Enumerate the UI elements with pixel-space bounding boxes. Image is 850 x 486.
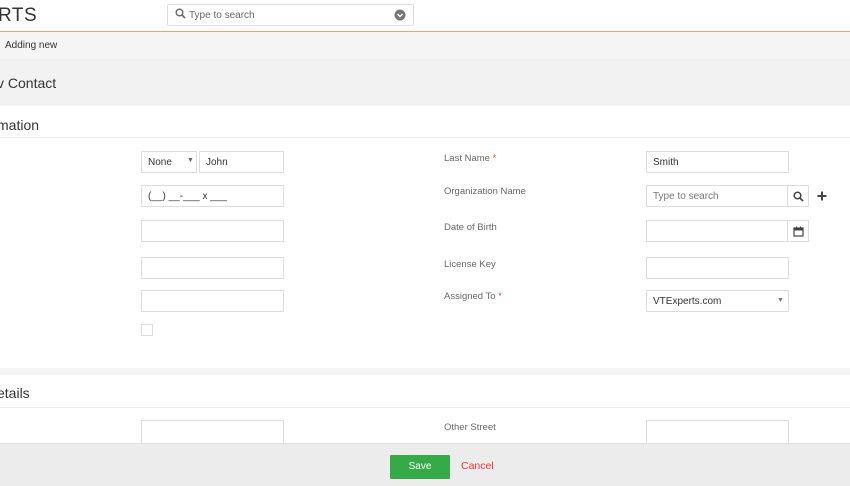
organization-placeholder: Type to search xyxy=(653,191,719,202)
salutation-value: None xyxy=(148,157,172,168)
save-button[interactable]: Save xyxy=(390,455,450,479)
text-input-row4[interactable] xyxy=(141,257,284,279)
assigned-to-select[interactable]: VTExperts.com ▼ xyxy=(646,290,789,312)
add-organization-button[interactable] xyxy=(814,188,830,204)
text-input-row3[interactable] xyxy=(141,220,284,242)
search-placeholder: Type to search xyxy=(189,10,255,21)
required-marker: * xyxy=(498,291,502,302)
other-street-label: Other Street xyxy=(444,422,496,433)
assigned-to-label: Assigned To * xyxy=(444,291,502,302)
street-textarea[interactable] xyxy=(141,420,284,444)
assigned-to-value: VTExperts.com xyxy=(653,296,722,307)
required-marker: * xyxy=(492,153,497,164)
caret-down-icon: ▼ xyxy=(187,157,194,164)
breadcrumb: Adding new xyxy=(5,40,58,51)
chevron-down-circle-icon[interactable] xyxy=(394,9,406,21)
phone-value: (__) __-___ x ___ xyxy=(148,191,227,202)
license-key-input[interactable] xyxy=(646,257,789,279)
last-name-value: Smith xyxy=(653,157,679,168)
global-search-input[interactable]: Type to search xyxy=(167,4,414,26)
calendar-icon xyxy=(793,226,804,237)
cancel-link[interactable]: Cancel xyxy=(461,460,494,472)
license-key-label: License Key xyxy=(444,259,496,270)
section-title-address: etails xyxy=(0,385,30,401)
last-name-input[interactable]: Smith xyxy=(646,151,789,173)
salutation-select[interactable]: None ▼ xyxy=(141,151,197,173)
calendar-button[interactable] xyxy=(787,220,809,242)
text-input-row5[interactable] xyxy=(141,290,284,312)
app-logo[interactable]: RTS xyxy=(0,5,37,27)
search-icon xyxy=(793,191,804,202)
first-name-input[interactable]: John xyxy=(199,151,284,173)
page-title: v Contact xyxy=(0,75,57,91)
section-title-basic: mation xyxy=(0,117,40,133)
caret-down-icon: ▼ xyxy=(777,297,784,304)
section-divider xyxy=(0,137,850,138)
organization-search-input[interactable]: Type to search xyxy=(646,185,788,207)
search-icon xyxy=(175,8,186,19)
section-divider xyxy=(0,407,850,408)
date-of-birth-input[interactable] xyxy=(646,220,788,242)
title-bar xyxy=(0,59,850,105)
organization-search-button[interactable] xyxy=(787,185,809,207)
organization-name-label: Organization Name xyxy=(444,186,526,197)
first-name-value: John xyxy=(206,157,228,168)
checkbox[interactable] xyxy=(141,324,153,336)
plus-icon xyxy=(817,191,827,201)
last-name-label: Last Name * xyxy=(444,153,497,164)
other-street-textarea[interactable] xyxy=(646,420,789,444)
top-bar xyxy=(0,0,850,32)
phone-input[interactable]: (__) __-___ x ___ xyxy=(141,185,284,207)
date-of-birth-label: Date of Birth xyxy=(444,222,497,233)
